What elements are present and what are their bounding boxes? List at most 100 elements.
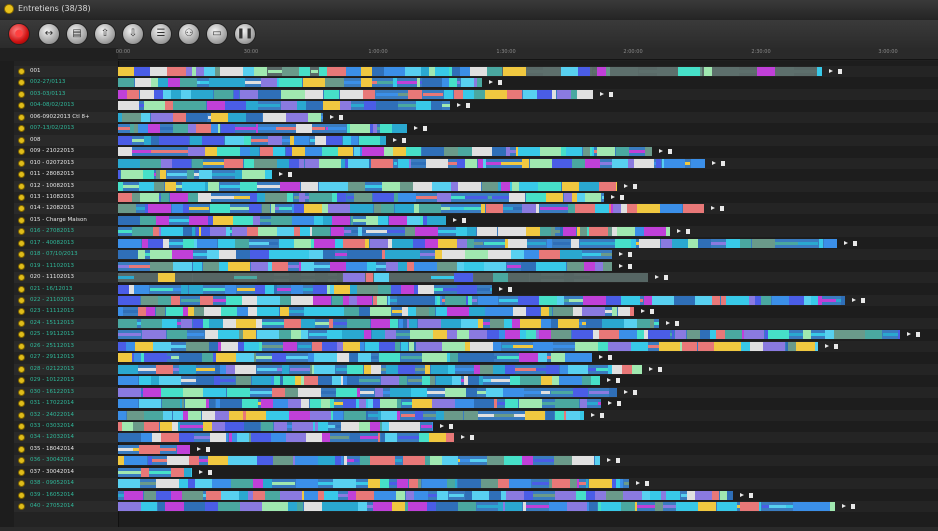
- stop-icon[interactable]: [686, 229, 690, 235]
- coding-track[interactable]: [118, 307, 634, 317]
- interview-icon[interactable]: [18, 377, 25, 385]
- play-icon[interactable]: [607, 378, 611, 383]
- track-label[interactable]: 038 - 09052014: [30, 480, 74, 486]
- play-icon[interactable]: [711, 206, 715, 211]
- interview-icon[interactable]: [18, 285, 25, 293]
- coding-track[interactable]: [118, 124, 407, 134]
- track-label[interactable]: 033 - 03032014: [30, 423, 74, 429]
- track-row[interactable]: 017 - 40082013: [14, 238, 938, 249]
- play-icon[interactable]: [666, 320, 670, 325]
- play-icon[interactable]: [393, 137, 397, 142]
- track-label[interactable]: 012 - 10082013: [30, 183, 74, 189]
- stop-icon[interactable]: [617, 401, 621, 407]
- play-icon[interactable]: [619, 252, 623, 257]
- stop-icon[interactable]: [650, 309, 654, 315]
- coding-track[interactable]: [118, 433, 454, 443]
- track-label[interactable]: 028 - 02122013: [30, 366, 74, 372]
- interview-icon[interactable]: [18, 445, 25, 453]
- stop-icon[interactable]: [658, 366, 662, 372]
- stop-icon[interactable]: [721, 160, 725, 166]
- track-row[interactable]: 010 - 02072013: [14, 158, 938, 169]
- coding-track[interactable]: [118, 410, 584, 420]
- list-button[interactable]: ☰: [150, 23, 172, 45]
- play-icon[interactable]: [499, 286, 503, 291]
- stop-icon[interactable]: [616, 378, 620, 384]
- coding-track[interactable]: [118, 78, 482, 88]
- track-row[interactable]: 021 - 16/12013: [14, 284, 938, 295]
- track-label[interactable]: 035 - 18042014: [30, 446, 74, 452]
- play-icon[interactable]: [414, 126, 418, 131]
- track-row[interactable]: 028 - 02122013: [14, 364, 938, 375]
- interview-icon[interactable]: [18, 102, 25, 110]
- track-label[interactable]: 022 - 21102013: [30, 297, 74, 303]
- coding-track[interactable]: [118, 135, 386, 145]
- play-icon[interactable]: [624, 183, 628, 188]
- play-icon[interactable]: [591, 412, 595, 417]
- play-icon[interactable]: [677, 229, 681, 234]
- track-row[interactable]: 029 - 10122013: [14, 375, 938, 386]
- track-row[interactable]: 033 - 03032014: [14, 421, 938, 432]
- coding-track[interactable]: [118, 353, 592, 363]
- stop-icon[interactable]: [720, 206, 724, 212]
- coding-track[interactable]: [118, 261, 612, 271]
- track-row[interactable]: 037 - 30042014: [14, 467, 938, 478]
- interview-icon[interactable]: [18, 79, 25, 87]
- track-row[interactable]: 006-09022013 Ctl 8+: [14, 112, 938, 123]
- play-icon[interactable]: [829, 69, 833, 73]
- document-button[interactable]: ▤: [66, 23, 88, 45]
- play-icon[interactable]: [712, 160, 716, 165]
- stop-icon[interactable]: [208, 469, 212, 475]
- coding-track[interactable]: [118, 250, 612, 260]
- stop-icon[interactable]: [206, 446, 210, 452]
- coding-track[interactable]: [118, 204, 704, 214]
- track-label[interactable]: 001: [30, 68, 41, 74]
- track-row[interactable]: 025 - 19112013: [14, 329, 938, 340]
- stop-icon[interactable]: [664, 275, 668, 281]
- stop-icon[interactable]: [675, 320, 679, 326]
- track-row[interactable]: 007-13/02/2013: [14, 123, 938, 134]
- link-button[interactable]: ↔: [38, 23, 60, 45]
- track-row[interactable]: 001: [14, 66, 938, 77]
- play-icon[interactable]: [611, 194, 615, 199]
- track-label[interactable]: 039 - 16052014: [30, 492, 74, 498]
- interview-icon[interactable]: [18, 308, 25, 316]
- stop-icon[interactable]: [851, 504, 855, 510]
- play-icon[interactable]: [279, 172, 283, 177]
- stop-icon[interactable]: [645, 481, 649, 487]
- track-label[interactable]: 011 - 28082013: [30, 171, 74, 177]
- stop-icon[interactable]: [466, 103, 470, 109]
- track-row[interactable]: 022 - 21102013: [14, 295, 938, 306]
- interview-icon[interactable]: [18, 148, 25, 156]
- stop-icon[interactable]: [916, 332, 920, 338]
- coding-track[interactable]: [118, 170, 272, 180]
- track-label[interactable]: 021 - 16/12013: [30, 286, 72, 292]
- play-icon[interactable]: [852, 298, 856, 302]
- stop-icon[interactable]: [853, 240, 857, 246]
- play-icon[interactable]: [440, 423, 444, 428]
- interview-icon[interactable]: [18, 159, 25, 167]
- stop-icon[interactable]: [628, 263, 632, 269]
- window-button[interactable]: ▭: [206, 23, 228, 45]
- stop-icon[interactable]: [749, 492, 753, 498]
- track-row[interactable]: 016 - 27082013: [14, 226, 938, 237]
- play-icon[interactable]: [608, 401, 612, 406]
- track-row[interactable]: 036 - 30042014: [14, 455, 938, 466]
- coding-track[interactable]: [118, 479, 629, 489]
- interview-icon[interactable]: [18, 411, 25, 419]
- interview-icon[interactable]: [18, 125, 25, 133]
- stop-icon[interactable]: [628, 252, 632, 258]
- timeline-ruler[interactable]: 00:00 30:00 1:00:00 1:30:00 2:00:00 2:30:00 3:…: [116, 48, 938, 60]
- track-label[interactable]: 027 - 29112013: [30, 354, 74, 360]
- track-row[interactable]: 003-03/0113: [14, 89, 938, 100]
- track-row[interactable]: 032 - 24022014: [14, 410, 938, 421]
- coding-track[interactable]: [118, 284, 492, 294]
- play-icon[interactable]: [330, 114, 334, 119]
- upload-button[interactable]: ⇧: [94, 23, 116, 45]
- play-icon[interactable]: [600, 91, 604, 96]
- interview-icon[interactable]: [18, 400, 25, 408]
- track-label[interactable]: 002-27/0113: [30, 79, 65, 85]
- track-label[interactable]: 040 - 27052014: [30, 503, 74, 509]
- stop-icon[interactable]: [668, 149, 672, 155]
- track-row[interactable]: 039 - 16052014: [14, 490, 938, 501]
- interview-icon[interactable]: [18, 216, 25, 224]
